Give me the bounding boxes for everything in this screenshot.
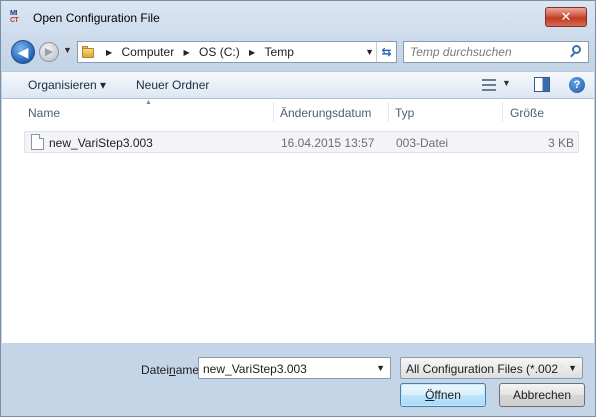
cancel-button[interactable]: Abbrechen <box>499 383 585 407</box>
breadcrumb-chevron-icon[interactable]: ▶ <box>184 48 190 57</box>
column-type[interactable]: Typ <box>395 106 414 120</box>
file-list[interactable]: ▲ Name Änderungsdatum Typ Größe new_Vari… <box>2 99 594 343</box>
column-divider[interactable] <box>388 102 389 122</box>
filename-dropdown-icon[interactable]: ▼ <box>376 363 385 373</box>
filename-input[interactable] <box>203 361 363 376</box>
breadcrumb-chevron-icon[interactable]: ▶ <box>106 48 112 57</box>
title-bar[interactable]: MI CT Open Configuration File ✕ <box>1 1 595 33</box>
new-folder-button[interactable]: Neuer Ordner <box>136 78 209 92</box>
back-arrow-icon: ◀ <box>17 44 29 60</box>
refresh-icon[interactable]: ⇆ <box>376 42 396 62</box>
breadcrumb-drive[interactable]: OS (C:) <box>199 45 240 59</box>
column-divider[interactable] <box>273 102 274 122</box>
filename-label-accel: n <box>169 363 176 377</box>
breadcrumb-computer[interactable]: Computer <box>122 45 175 59</box>
column-size[interactable]: Größe <box>510 106 544 120</box>
breadcrumb: ▶ Computer ▶ OS (C:) ▶ Temp <box>100 45 294 59</box>
navigation-bar: ◀ ▶ ▼ ▶ Computer ▶ OS (C:) ▶ Temp ▼ ⇆ <box>1 37 595 67</box>
file-name: new_VariStep3.003 <box>49 136 153 150</box>
open-button[interactable]: Öffnen <box>400 383 486 407</box>
filetype-dropdown-icon[interactable]: ▼ <box>568 363 577 373</box>
open-file-dialog: MI CT Open Configuration File ✕ ◀ ▶ ▼ ▶ … <box>0 0 596 417</box>
close-button[interactable]: ✕ <box>545 7 587 27</box>
search-icon[interactable] <box>569 45 583 59</box>
address-dropdown-icon[interactable]: ▼ <box>365 47 374 57</box>
breadcrumb-temp[interactable]: Temp <box>265 45 294 59</box>
address-bar[interactable]: ▶ Computer ▶ OS (C:) ▶ Temp ▼ ⇆ <box>77 41 397 63</box>
preview-pane-icon[interactable] <box>534 77 550 92</box>
file-size: 3 KB <box>547 136 574 150</box>
file-date: 16.04.2015 13:57 <box>281 136 375 150</box>
view-dropdown-icon[interactable]: ▼ <box>502 78 511 88</box>
recent-pages-dropdown[interactable]: ▼ <box>63 45 72 55</box>
app-logo-icon: MI CT <box>10 10 26 26</box>
file-icon <box>31 134 44 150</box>
filename-combobox[interactable]: ▼ <box>198 357 391 379</box>
file-type: 003-Datei <box>396 136 449 150</box>
back-button[interactable]: ◀ <box>11 40 35 64</box>
sort-ascending-icon: ▲ <box>145 99 152 106</box>
breadcrumb-chevron-icon[interactable]: ▶ <box>249 48 255 57</box>
column-date[interactable]: Änderungsdatum <box>280 106 371 120</box>
app-logo-line2: CT <box>10 17 19 24</box>
app-logo-line1: MI <box>10 10 17 17</box>
forward-arrow-icon: ▶ <box>44 46 54 58</box>
forward-button[interactable]: ▶ <box>39 42 59 62</box>
column-header-row: ▲ Name Änderungsdatum Typ Größe <box>2 99 594 125</box>
folder-icon <box>82 45 96 58</box>
search-input[interactable] <box>410 44 566 60</box>
filename-label: Dateiname: <box>141 363 202 377</box>
column-name[interactable]: Name <box>28 106 60 120</box>
window-title: Open Configuration File <box>33 11 160 25</box>
organize-button[interactable]: Organisieren ▾ <box>28 78 106 92</box>
help-icon[interactable]: ? <box>569 77 585 93</box>
filetype-value: All Configuration Files (*.002 *.0 <box>406 362 562 376</box>
filetype-select[interactable]: All Configuration Files (*.002 *.0 ▼ <box>400 357 583 379</box>
filename-label-part: Datei <box>141 363 170 377</box>
column-divider[interactable] <box>502 102 503 122</box>
open-label: ffnen <box>434 388 461 402</box>
command-toolbar: Organisieren ▾ Neuer Ordner ▼ ? <box>2 71 594 99</box>
search-box[interactable] <box>403 41 589 63</box>
file-row[interactable]: new_VariStep3.003 16.04.2015 13:57 003-D… <box>24 131 579 153</box>
view-list-icon[interactable] <box>482 79 496 91</box>
